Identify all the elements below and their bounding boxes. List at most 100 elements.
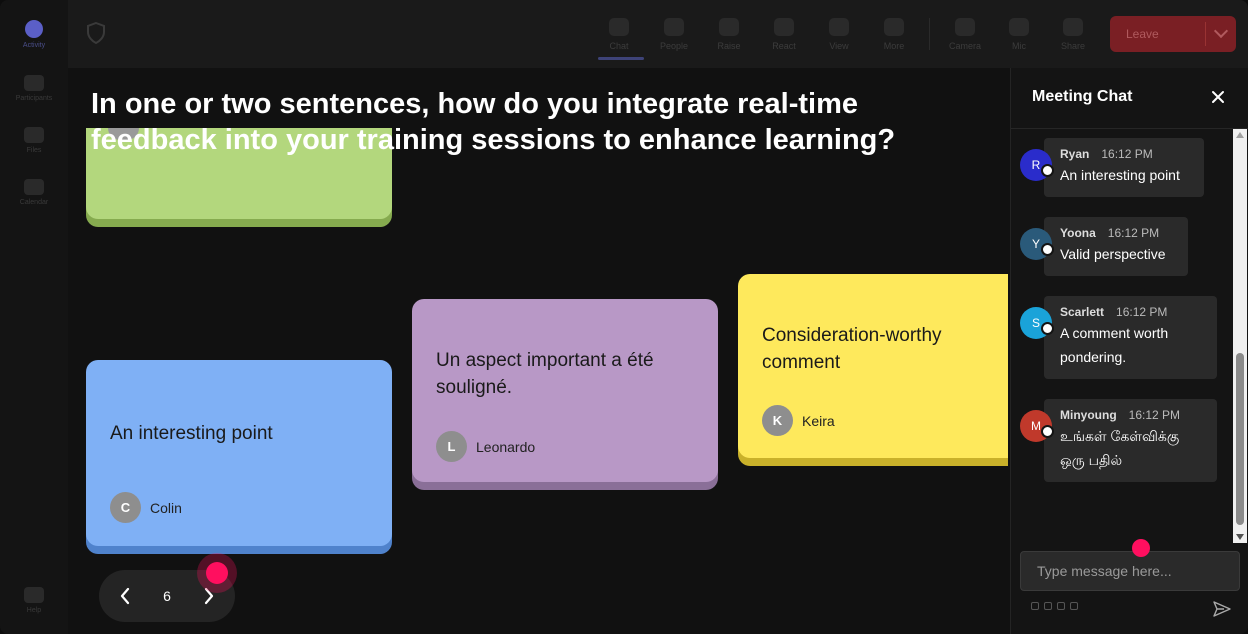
author-avatar: C <box>110 492 141 523</box>
scroll-up-arrow-icon[interactable] <box>1236 132 1244 138</box>
rail-item-label: Files <box>26 146 42 154</box>
author-name: Colin <box>150 499 182 516</box>
toolbar-button-label: Chat <box>609 40 629 51</box>
message-text: உங்கள் கேள்விக்கு ஒரு பதில் <box>1060 428 1180 468</box>
message-text: Valid perspective <box>1060 246 1166 262</box>
share-icon <box>1063 17 1083 36</box>
message-text: A comment worth pondering. <box>1060 325 1169 365</box>
chat-scrollbar[interactable] <box>1233 129 1247 543</box>
chevron-right-icon <box>204 587 214 605</box>
card-text: Un aspect important a été souligné. <box>436 350 654 398</box>
toolbar-divider <box>929 18 930 50</box>
leave-button[interactable]: Leave <box>1110 16 1236 52</box>
toolbar-button-label: React <box>772 40 796 51</box>
previous-page-button[interactable] <box>115 586 135 606</box>
rail-item-label: Help <box>26 606 42 614</box>
message-author: Ryan <box>1060 147 1090 161</box>
toolbar-share-button[interactable]: Share <box>1048 8 1098 60</box>
rail-item-calendar[interactable]: Calendar <box>4 166 64 218</box>
toolbar-camera-button[interactable]: Camera <box>940 8 990 60</box>
author-avatar: L <box>436 431 467 462</box>
smile-icon <box>774 17 794 36</box>
scrollbar-thumb[interactable] <box>1236 353 1244 525</box>
files-icon <box>24 126 44 143</box>
card-author: K Keira <box>762 405 835 436</box>
toolbar-button-label: View <box>829 40 849 51</box>
meeting-app: Activity Participants Files Calendar Hel… <box>0 0 1248 634</box>
people-icon <box>664 17 684 36</box>
card-author: L Leonardo <box>436 431 535 462</box>
toolbar-button-label: Share <box>1060 40 1086 51</box>
toolbar-button-label: More <box>883 40 905 51</box>
question-title: In one or two sentences, how do you inte… <box>91 88 896 156</box>
message-text: An interesting point <box>1060 167 1180 183</box>
rail-item-activity[interactable]: Activity <box>4 8 64 60</box>
participants-icon <box>24 74 44 91</box>
chat-title: Meeting Chat <box>1032 88 1133 105</box>
toolbar-button-label: Camera <box>948 40 981 51</box>
avatar-initial: S <box>1031 316 1040 330</box>
response-card[interactable]: Consideration-worthy comment K Keira <box>738 274 1008 458</box>
author-name: Keira <box>802 412 835 429</box>
card-text: An interesting point <box>110 423 273 444</box>
avatar: M <box>1020 410 1054 442</box>
presence-status-icon <box>1041 164 1054 177</box>
format-icon[interactable] <box>1031 602 1039 610</box>
scroll-down-arrow-icon[interactable] <box>1236 534 1244 540</box>
hand-icon <box>719 17 739 36</box>
avatar-initial: M <box>1031 419 1041 433</box>
avatar-initial: Y <box>1031 237 1040 251</box>
rail-item-participants[interactable]: Participants <box>4 62 64 114</box>
rail-item-help[interactable]: Help <box>4 574 64 626</box>
calendar-icon <box>24 178 44 195</box>
toolbar-react-button[interactable]: React <box>759 8 809 60</box>
gif-icon[interactable] <box>1070 602 1078 610</box>
formatting-toolbar <box>1031 602 1078 610</box>
presence-status-icon <box>1041 243 1054 256</box>
click-indicator <box>206 562 228 584</box>
toolbar-more-button[interactable]: More <box>869 8 919 60</box>
next-page-button[interactable] <box>199 586 219 606</box>
toolbar-view-button[interactable]: View <box>814 8 864 60</box>
rail-item-files[interactable]: Files <box>4 114 64 166</box>
emoji-icon[interactable] <box>1057 602 1065 610</box>
presence-status-icon <box>1041 425 1054 438</box>
chat-message: Minyoung 16:12 PM உங்கள் கேள்விக்கு ஒரு ப… <box>1044 399 1217 482</box>
author-avatar: K <box>762 405 793 436</box>
avatar: Y <box>1020 228 1054 260</box>
close-icon[interactable] <box>1209 88 1227 106</box>
help-icon <box>24 586 44 603</box>
meeting-chat-panel: Meeting Chat Ryan 16:12 PM An interesting… <box>1010 68 1248 634</box>
rail-item-label: Calendar <box>19 198 49 206</box>
send-icon[interactable] <box>1212 599 1232 619</box>
response-card[interactable]: Un aspect important a été souligné. L Le… <box>412 299 718 482</box>
chevron-left-icon <box>120 587 130 605</box>
toolbar-raise-button[interactable]: Raise <box>704 8 754 60</box>
response-card[interactable]: An interesting point C Colin <box>86 360 392 546</box>
page-number: 6 <box>163 588 171 604</box>
message-author: Minyoung <box>1060 408 1117 422</box>
message-author: Scarlett <box>1060 305 1105 319</box>
message-time: 16:12 PM <box>1101 147 1153 161</box>
avatar: S <box>1020 307 1054 339</box>
toolbar-people-button[interactable]: People <box>649 8 699 60</box>
meeting-toolbar: Chat People Raise React View More Camera <box>68 0 1248 68</box>
chat-message-input[interactable] <box>1020 551 1240 591</box>
avatar-initial: R <box>1031 158 1041 172</box>
shield-icon <box>87 22 105 44</box>
attach-icon[interactable] <box>1044 602 1052 610</box>
toolbar-mic-button[interactable]: Mic <box>994 8 1044 60</box>
chevron-down-icon[interactable] <box>1213 23 1229 39</box>
leave-button-label: Leave <box>1126 27 1159 41</box>
grid-icon <box>829 17 849 36</box>
chat-message: Scarlett 16:12 PM A comment worth ponderi… <box>1044 296 1217 379</box>
card-text: Consideration-worthy comment <box>762 325 942 373</box>
message-time: 16:12 PM <box>1128 408 1181 422</box>
mic-icon <box>1009 17 1029 36</box>
click-indicator <box>1132 539 1150 557</box>
toolbar-chat-button[interactable]: Chat <box>594 8 644 60</box>
chat-message: Yoona 16:12 PM Valid perspective <box>1044 217 1188 276</box>
leave-split-divider <box>1205 22 1206 46</box>
chat-message: Ryan 16:12 PM An interesting point <box>1044 138 1204 197</box>
presence-status-icon <box>1041 322 1054 335</box>
